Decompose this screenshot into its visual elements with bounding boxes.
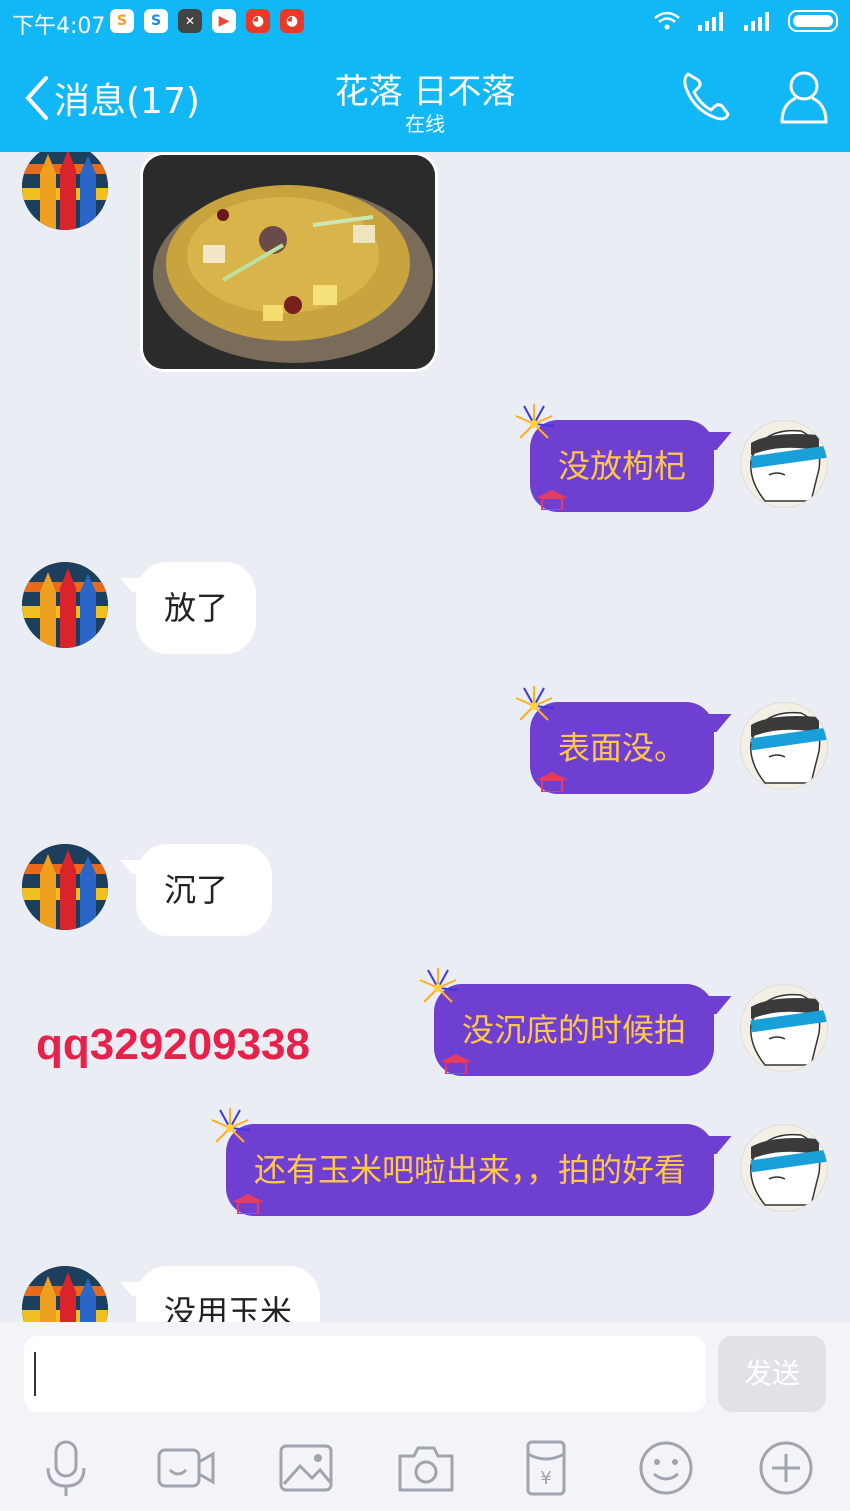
chat-area[interactable]: 没放枸杞 放了 表面没。 沉了 没沉底的时候拍 qq329209338 还有玉米… [0, 152, 850, 1322]
message-text: 沉了 [164, 871, 229, 909]
firework-decoration-icon [419, 968, 459, 1003]
message-bubble-in[interactable]: 沉了 [136, 844, 273, 936]
status-bar: 下午4:07 S S ✕ ▶ ◕ ◕ [0, 0, 850, 44]
status-time: 下午4:07 [12, 14, 106, 39]
top-bar: 下午4:07 S S ✕ ▶ ◕ ◕ 消息(17) 花落 日不落 在线 [0, 0, 850, 152]
profile-icon[interactable] [778, 68, 830, 126]
pagoda-decoration-icon [535, 772, 568, 792]
message-input[interactable] [24, 1336, 706, 1412]
my-avatar[interactable] [740, 1124, 828, 1212]
contact-avatar[interactable] [22, 1266, 108, 1322]
red-packet-icon[interactable]: ¥ [516, 1438, 576, 1498]
my-avatar[interactable] [740, 984, 828, 1072]
message-text: 没沉底的时候拍 [461, 1011, 686, 1049]
search-app-icon: S [144, 9, 168, 33]
status-right [654, 10, 838, 32]
message-text: 还有玉米吧啦出来，，拍的好看 [253, 1151, 686, 1189]
contact-avatar[interactable] [22, 152, 108, 230]
tool-app-icon: ✕ [178, 9, 202, 33]
message-bubble-out[interactable]: 表面没。 [515, 686, 714, 794]
signal-icon-2 [744, 12, 769, 31]
soup-photo [143, 155, 435, 369]
text-cursor [34, 1352, 36, 1396]
firework-decoration-icon [515, 686, 555, 721]
message-bubble-in[interactable]: 没用玉米 [136, 1266, 321, 1322]
image-message[interactable] [140, 152, 438, 372]
pagoda-decoration-icon [535, 490, 568, 510]
contact-avatar[interactable] [22, 562, 108, 648]
plus-icon[interactable] [756, 1438, 816, 1498]
message-text: 没放枸杞 [557, 447, 686, 485]
my-avatar[interactable] [740, 420, 828, 508]
emoji-icon[interactable] [636, 1438, 696, 1498]
video-icon[interactable] [156, 1438, 216, 1498]
pagoda-decoration-icon [231, 1194, 264, 1214]
watermark-text: qq329209338 [36, 1020, 310, 1069]
message-text: 表面没。 [557, 729, 686, 767]
camera-icon[interactable] [396, 1438, 456, 1498]
input-toolbar: ¥ [0, 1432, 850, 1502]
notification-icons: S S ✕ ▶ ◕ ◕ [110, 9, 304, 33]
phone-icon[interactable] [680, 68, 732, 124]
browser-app-icon: S [110, 9, 134, 33]
pagoda-decoration-icon [439, 1054, 472, 1074]
firework-decoration-icon [515, 404, 555, 439]
message-bubble-out[interactable]: 没沉底的时候拍 [419, 968, 714, 1076]
send-button[interactable]: 发送 [718, 1336, 826, 1412]
input-bar: 发送 ¥ [0, 1322, 850, 1511]
message-text: 放了 [164, 589, 229, 627]
message-bubble-in[interactable]: 放了 [136, 562, 257, 654]
svg-text:¥: ¥ [540, 1468, 551, 1489]
signal-icon [698, 12, 723, 31]
my-avatar[interactable] [740, 702, 828, 790]
message-bubble-out[interactable]: 没放枸杞 [515, 404, 714, 512]
wifi-icon [654, 11, 680, 30]
mic-icon[interactable] [36, 1438, 96, 1498]
play-app-icon: ▶ [212, 9, 236, 33]
message-bubble-out[interactable]: 还有玉米吧啦出来，，拍的好看 [211, 1108, 714, 1216]
cat-app-icon: ◕ [246, 9, 270, 33]
firework-decoration-icon [211, 1108, 251, 1143]
image-icon[interactable] [276, 1438, 336, 1498]
battery-icon [788, 10, 838, 32]
message-text: 没用玉米 [164, 1293, 293, 1322]
cat-app-icon-2: ◕ [280, 9, 304, 33]
contact-avatar[interactable] [22, 844, 108, 930]
